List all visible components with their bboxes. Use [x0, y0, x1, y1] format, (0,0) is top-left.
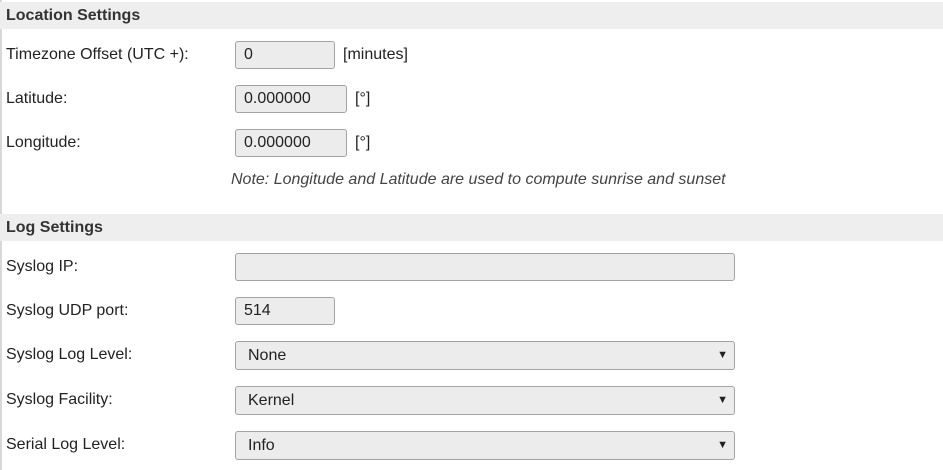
- log-settings-header: Log Settings: [0, 214, 943, 241]
- longitude-row: Longitude: 0.000000 [°]: [0, 128, 943, 158]
- serial-log-level-value: Info: [248, 437, 275, 454]
- syslog-facility-select[interactable]: Kernel ▼: [235, 386, 735, 415]
- longitude-label: Longitude:: [6, 134, 81, 151]
- timezone-offset-label: Timezone Offset (UTC +):: [6, 46, 189, 63]
- serial-log-level-label: Serial Log Level:: [6, 436, 126, 453]
- syslog-log-level-label: Syslog Log Level:: [6, 346, 133, 363]
- syslog-facility-row: Syslog Facility: Kernel ▼: [0, 385, 943, 415]
- latitude-unit: [°]: [355, 90, 371, 107]
- serial-log-level-select[interactable]: Info ▼: [235, 431, 735, 460]
- location-settings-header: Location Settings: [0, 2, 943, 29]
- syslog-facility-label: Syslog Facility:: [6, 391, 113, 408]
- latitude-label: Latitude:: [6, 90, 68, 107]
- chevron-down-icon: ▼: [717, 439, 728, 451]
- chevron-down-icon: ▼: [717, 394, 728, 406]
- syslog-facility-value: Kernel: [248, 392, 295, 409]
- chevron-down-icon: ▼: [717, 349, 728, 361]
- syslog-udp-port-input[interactable]: 514: [235, 297, 335, 325]
- latitude-input[interactable]: 0.000000: [235, 85, 347, 113]
- syslog-ip-input[interactable]: [235, 253, 735, 281]
- location-note: Note: Longitude and Latitude are used to…: [231, 171, 726, 188]
- syslog-udp-port-row: Syslog UDP port: 514: [0, 296, 943, 326]
- serial-log-level-row: Serial Log Level: Info ▼: [0, 430, 943, 460]
- syslog-log-level-value: None: [248, 347, 287, 364]
- timezone-offset-row: Timezone Offset (UTC +): 0 [minutes]: [0, 40, 943, 70]
- longitude-unit: [°]: [355, 134, 371, 151]
- syslog-log-level-row: Syslog Log Level: None ▼: [0, 340, 943, 370]
- latitude-row: Latitude: 0.000000 [°]: [0, 84, 943, 114]
- settings-page: Location Settings Timezone Offset (UTC +…: [0, 0, 943, 470]
- timezone-offset-input[interactable]: 0: [235, 41, 335, 69]
- syslog-udp-port-label: Syslog UDP port:: [6, 302, 129, 319]
- timezone-unit: [minutes]: [343, 46, 408, 63]
- syslog-ip-row: Syslog IP:: [0, 252, 943, 282]
- longitude-input[interactable]: 0.000000: [235, 129, 347, 157]
- syslog-log-level-select[interactable]: None ▼: [235, 341, 735, 370]
- syslog-ip-label: Syslog IP:: [6, 258, 79, 275]
